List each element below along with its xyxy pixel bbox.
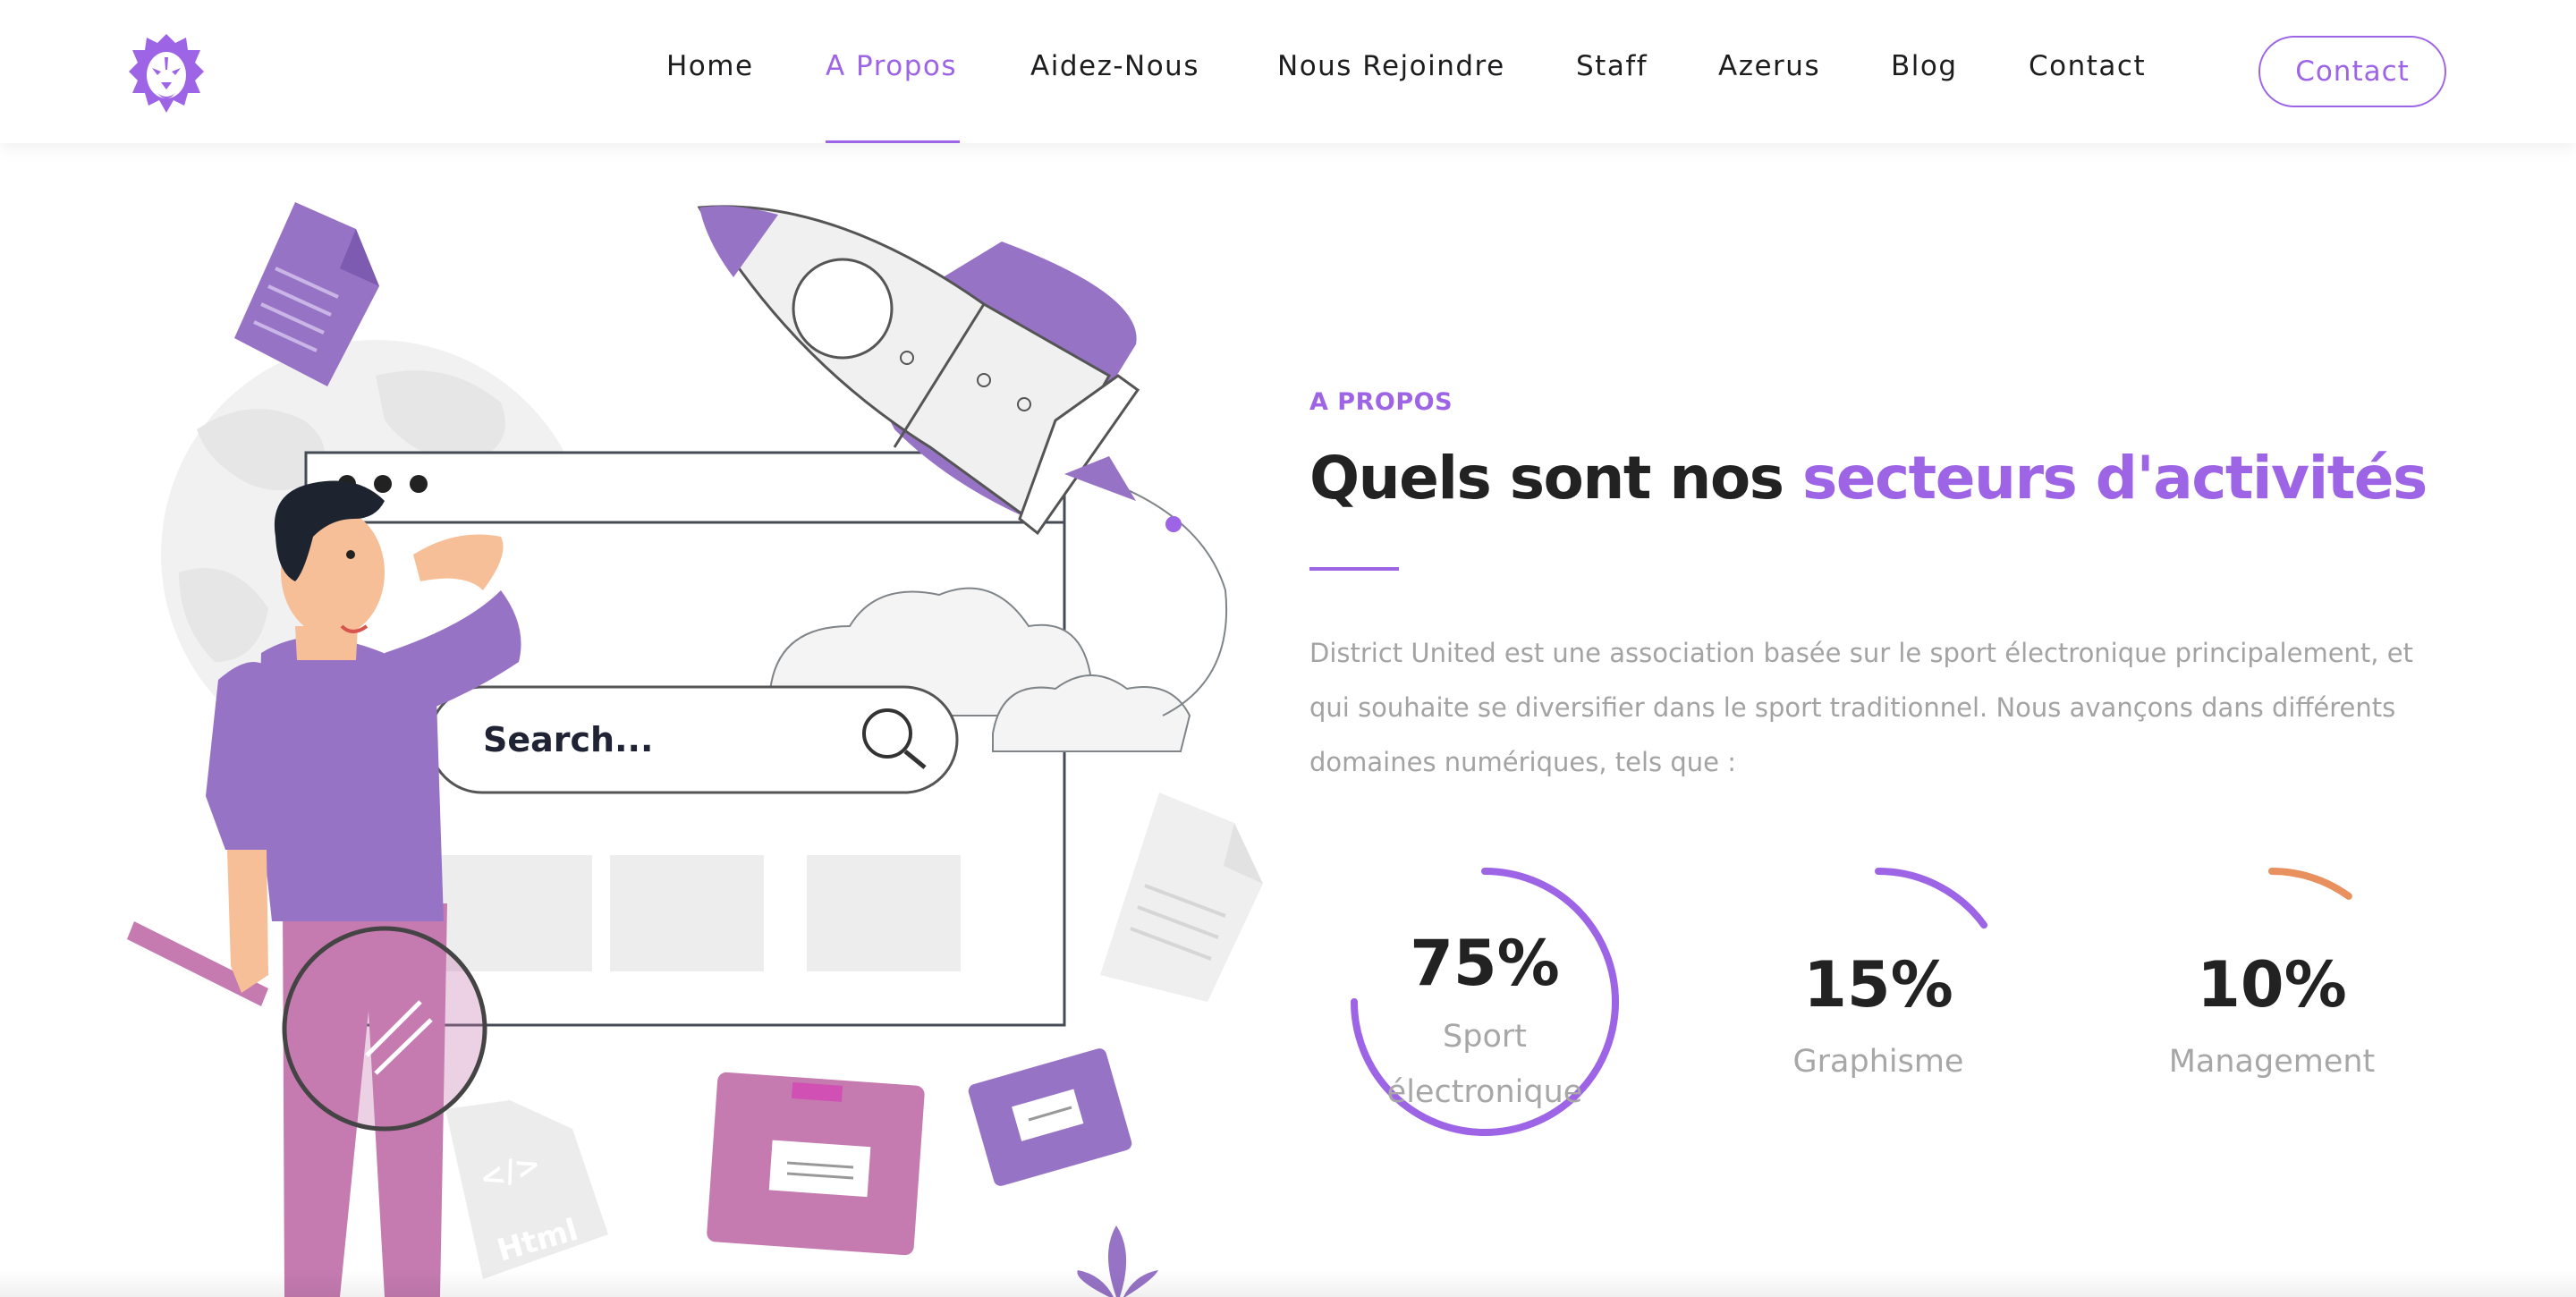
stat-esport: 75% Sport électronique [1342,859,1628,1145]
stat-label: Graphisme [1792,1044,1964,1080]
section-title: Quels sont nos secteurs d'activités [1309,444,2428,513]
nav-item-blog[interactable]: Blog [1891,50,1958,82]
nav-item-staff[interactable]: Staff [1576,50,1648,82]
progress-arc [2268,868,2352,900]
nav-item-azerus[interactable]: Azerus [1718,50,1820,82]
section-description: District United est une association basé… [1309,638,2413,777]
search-bar-graphic: Search... [428,685,959,794]
stat-graphisme: 15% Graphisme [1735,859,2021,1145]
active-nav-indicator [826,140,960,143]
nav-item-home[interactable]: Home [666,50,754,82]
section-eyebrow: A PROPOS [1309,388,1453,416]
search-placeholder-text: Search... [483,720,653,759]
section-title-accent: secteurs d'activités [1801,444,2428,513]
section-title-main: Quels sont nos [1309,444,1802,513]
bottom-shadow [0,1270,2576,1297]
title-divider [1309,567,1399,571]
folder-icon [968,1048,1132,1186]
stat-value: 75% [1410,927,1560,1000]
stat-value: 10% [2197,948,2347,1021]
nav-item-a-propos[interactable]: A Propos [826,50,957,82]
stat-label: Sport électronique [1386,1019,1583,1110]
stat-value: 15% [1803,948,1953,1021]
contact-button[interactable]: Contact [2258,36,2446,107]
lion-head-icon[interactable] [125,30,208,116]
html-file-icon: </> Html [445,1100,608,1279]
nav-item-aidez-nous[interactable]: Aidez-Nous [1030,50,1199,82]
nav-item-nous-rejoindre[interactable]: Nous Rejoindre [1277,50,1505,82]
stat-management: 10% Management [2129,859,2415,1145]
progress-arc [1875,868,1988,929]
stat-label: Management [2168,1044,2376,1080]
hero-illustration: Search... </> Html [127,202,1263,1297]
document-icon [1100,793,1263,1002]
nav-item-contact[interactable]: Contact [2029,50,2146,82]
site-header: Home A Propos Aidez-Nous Nous Rejoindre … [0,0,2576,143]
folder-icon [707,1072,925,1256]
